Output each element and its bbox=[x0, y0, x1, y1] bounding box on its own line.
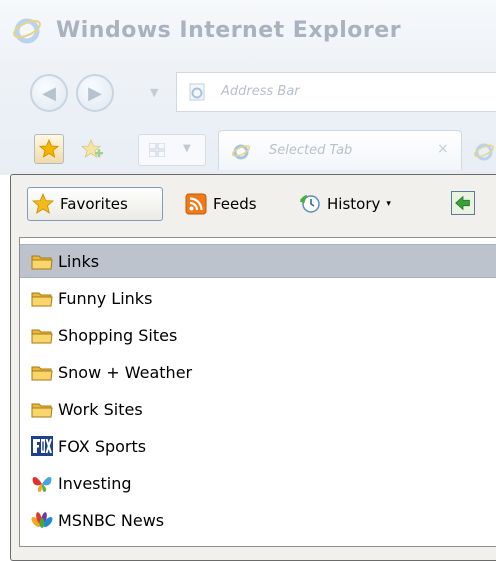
favorites-label: Favorites bbox=[60, 195, 128, 213]
list-item-label: Shopping Sites bbox=[58, 325, 178, 345]
window-title: Windows Internet Explorer bbox=[56, 17, 402, 43]
navigation-bar: ◀ ▶ ▼ Address Bar bbox=[24, 70, 496, 120]
folder-icon bbox=[31, 403, 53, 418]
list-item-label: FOX Sports bbox=[58, 436, 147, 456]
feeds-tab-button[interactable]: Feeds bbox=[179, 187, 283, 221]
chevron-down-icon: ▼ bbox=[183, 143, 191, 154]
msnbc-peacock-icon bbox=[31, 512, 53, 528]
list-item[interactable]: Work Sites bbox=[20, 392, 496, 426]
msn-butterfly-icon bbox=[32, 477, 52, 492]
tab-selected[interactable]: Selected Tab × bbox=[218, 130, 462, 170]
folder-icon bbox=[31, 255, 53, 270]
page-icon bbox=[231, 144, 251, 160]
list-item[interactable]: Links bbox=[20, 244, 496, 278]
history-tab-button[interactable]: History ▾ bbox=[293, 187, 423, 221]
chevron-down-icon[interactable]: ▾ bbox=[386, 199, 391, 209]
address-bar[interactable]: Address Bar bbox=[176, 72, 496, 112]
history-label: History bbox=[327, 195, 381, 213]
close-tab-icon[interactable]: × bbox=[437, 141, 449, 157]
ie-logo-icon bbox=[13, 18, 41, 44]
pin-favorites-center-icon[interactable] bbox=[451, 191, 475, 215]
forward-arrow-icon: ▶ bbox=[88, 82, 102, 104]
favorites-tab-button[interactable]: Favorites bbox=[27, 187, 163, 221]
forward-button[interactable]: ▶ bbox=[76, 74, 114, 112]
list-item-label: MSNBC News bbox=[58, 510, 165, 530]
folder-icon bbox=[31, 329, 53, 344]
favorites-toolbar: Favorites Feeds History ▾ bbox=[11, 175, 496, 235]
folder-icon bbox=[31, 292, 53, 307]
list-item[interactable]: Investing bbox=[20, 466, 496, 500]
title-bar: Windows Internet Explorer bbox=[12, 12, 401, 48]
list-item[interactable]: Shopping Sites bbox=[20, 318, 496, 352]
page-icon bbox=[189, 83, 205, 101]
feeds-label: Feeds bbox=[213, 195, 257, 213]
star-icon bbox=[32, 193, 54, 214]
folder-icon bbox=[31, 366, 53, 381]
favorites-center-button[interactable] bbox=[34, 134, 64, 164]
list-item-label: Links bbox=[58, 251, 100, 271]
list-item-label: Funny Links bbox=[58, 288, 153, 308]
list-item[interactable]: MSNBC News bbox=[20, 503, 496, 537]
back-arrow-icon: ◀ bbox=[42, 82, 56, 104]
list-item[interactable]: Snow + Weather bbox=[20, 355, 496, 389]
list-item-label: Snow + Weather bbox=[58, 362, 193, 382]
history-clock-icon bbox=[299, 194, 320, 213]
favorites-center-pane: Favorites Feeds History ▾ Links Funny Li… bbox=[10, 174, 496, 561]
back-button[interactable]: ◀ bbox=[30, 74, 68, 112]
add-favorite-icon[interactable] bbox=[80, 138, 104, 162]
list-item-label: Work Sites bbox=[58, 399, 143, 419]
tab-bar: ▼ Selected Tab × bbox=[0, 128, 496, 176]
tab-label: Selected Tab bbox=[269, 143, 353, 158]
star-icon bbox=[39, 139, 59, 158]
favorites-list: Links Funny Links Shopping Sites Snow + … bbox=[19, 237, 496, 547]
browser-chrome: Windows Internet Explorer ◀ ▶ ▼ Address … bbox=[0, 0, 496, 175]
list-item-label: Investing bbox=[58, 473, 132, 493]
rss-feed-icon bbox=[185, 193, 207, 215]
recent-pages-dropdown[interactable]: ▼ bbox=[150, 86, 158, 99]
new-tab-icon[interactable] bbox=[472, 140, 494, 162]
quick-tabs-button[interactable]: ▼ bbox=[138, 134, 206, 166]
address-placeholder: Address Bar bbox=[221, 84, 300, 99]
list-item[interactable]: Funny Links bbox=[20, 281, 496, 315]
fox-logo-icon bbox=[31, 436, 53, 456]
list-item[interactable]: FOX Sports bbox=[20, 429, 496, 463]
grid-icon bbox=[149, 143, 165, 157]
